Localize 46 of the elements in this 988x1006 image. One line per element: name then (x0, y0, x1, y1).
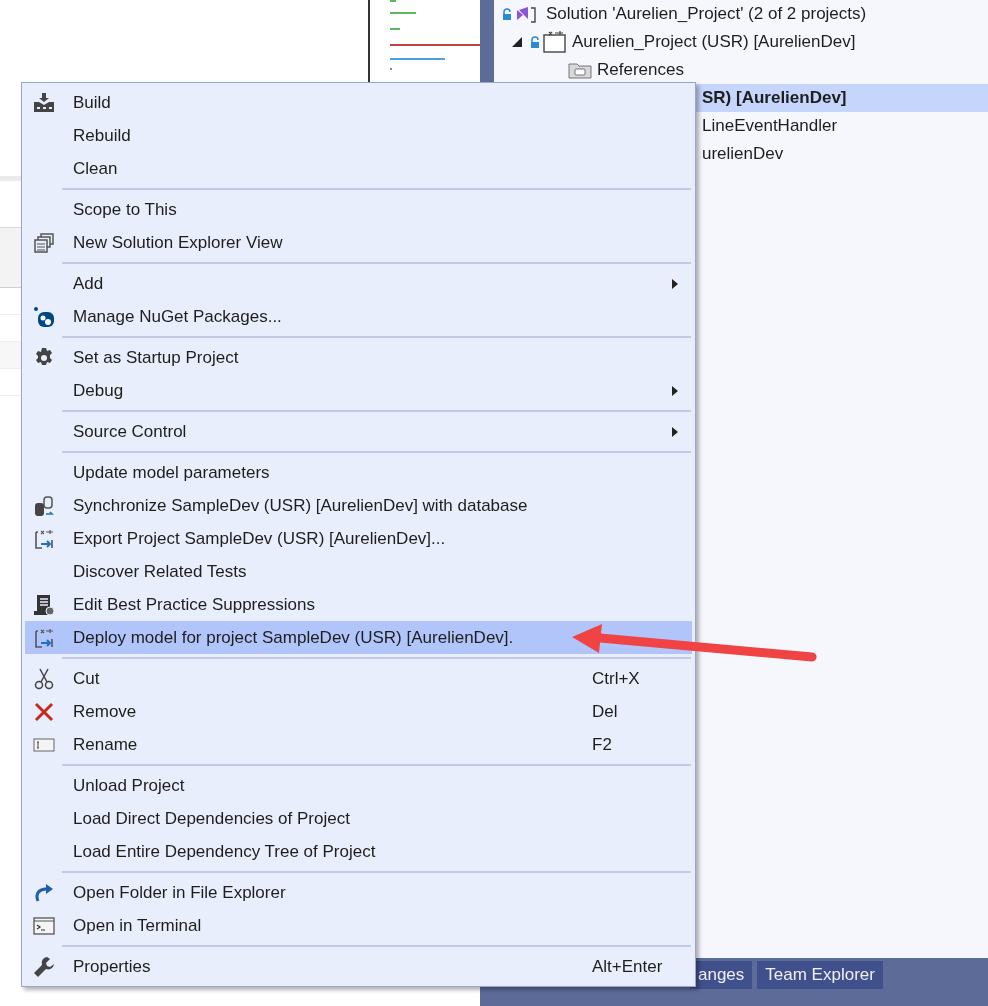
menu-item[interactable]: Cut Ctrl+X (25, 662, 692, 695)
menu-item[interactable]: Properties Alt+Enter (25, 950, 692, 983)
export-project-icon (32, 527, 55, 550)
close-icon (32, 700, 55, 723)
menu-item[interactable]: Load Direct Dependencies of Project (25, 802, 692, 835)
panel-tab[interactable]: anges (690, 961, 753, 989)
menu-item[interactable]: Rebuild (25, 119, 692, 152)
menu-item[interactable]: Update model parameters (25, 456, 692, 489)
tree-item[interactable]: Solution 'Aurelien_Project' (2 of 2 projects) (494, 0, 988, 28)
menu-item[interactable]: Debug (25, 374, 692, 407)
document-block-icon (32, 593, 55, 616)
menu-item[interactable]: Load Entire Dependency Tree of Project (25, 835, 692, 868)
database-sync-icon (32, 494, 55, 517)
menu-item[interactable]: Scope to This (25, 193, 692, 226)
lock-icon (502, 8, 512, 20)
build-icon (32, 91, 55, 114)
menu-item[interactable]: Discover Related Tests (25, 555, 692, 588)
menu-item[interactable]: Export Project SampleDev (USR) [AurelienDev]... (25, 522, 692, 555)
tree-item[interactable]: References (494, 56, 988, 84)
expanded-caret-icon[interactable] (512, 37, 522, 47)
wrench-icon (32, 955, 55, 978)
menu-item[interactable]: Synchronize SampleDev (USR) [AurelienDev] with database (25, 489, 692, 522)
menu-item[interactable]: Set as Startup Project (25, 341, 692, 374)
nuget-icon (32, 305, 55, 328)
references-icon (568, 61, 592, 79)
menu-item[interactable]: Open in Terminal (25, 909, 692, 942)
menu-item[interactable]: Open Folder in File Explorer (25, 876, 692, 909)
menu-item[interactable]: Rename F2 (25, 728, 692, 761)
text-field-icon (32, 736, 55, 753)
menu-item[interactable]: Manage NuGet Packages... (25, 300, 692, 333)
lock-icon (530, 36, 540, 48)
menu-item[interactable]: Add (25, 267, 692, 300)
menu-item[interactable]: Edit Best Practice Suppressions (25, 588, 692, 621)
menu-item[interactable]: Source Control (25, 415, 692, 448)
panel-tab[interactable]: Team Explorer (757, 961, 883, 989)
project-icon (543, 31, 567, 53)
export-project-icon (32, 626, 55, 649)
menu-item[interactable]: Unload Project (25, 769, 692, 802)
menu-item[interactable]: Remove Del (25, 695, 692, 728)
terminal-icon (32, 916, 55, 935)
scissors-icon (32, 667, 55, 690)
tree-item[interactable]: Aurelien_Project (USR) [AurelienDev] (494, 28, 988, 56)
menu-item[interactable]: New Solution Explorer View (25, 226, 692, 259)
windows-icon (32, 231, 55, 254)
menu-item[interactable]: Clean (25, 152, 692, 185)
menu-item[interactable]: Deploy model for project SampleDev (USR) [AurelienDev]. (25, 621, 692, 654)
